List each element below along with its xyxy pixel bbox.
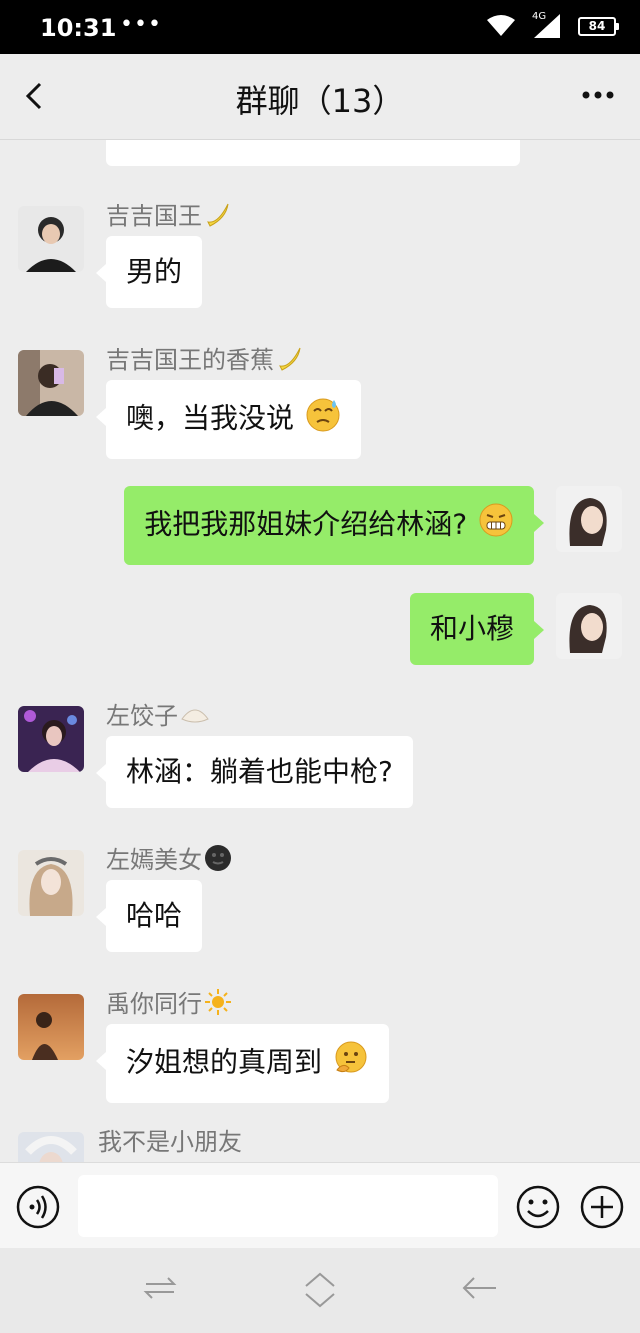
message-text: 林涵：躺着也能中枪? (126, 755, 393, 788)
avatar[interactable] (18, 1132, 84, 1162)
sender-name: 吉吉国王 (106, 196, 232, 234)
dark-moon-face-emoji (204, 844, 232, 878)
chat-title: 群聊（13） (235, 82, 405, 120)
clock: 10:31 (40, 14, 117, 42)
wifi-icon (486, 14, 516, 42)
message-text: 噢，当我没说 (126, 401, 295, 435)
avatar[interactable] (18, 350, 84, 416)
cell-signal-icon (532, 12, 562, 44)
grimacing-face-emoji (478, 502, 514, 549)
banana-emoji (204, 200, 232, 234)
sender-name: 左嫣美女 (106, 840, 232, 878)
message-bubble[interactable]: 男的 (95, 236, 203, 308)
system-nav-bar (0, 1248, 640, 1333)
message-list[interactable]: 诶！ 吉吉国王 男的 吉吉国王的香蕉 噢，当我没说 (0, 140, 640, 1162)
message-text: 哈哈 (126, 899, 183, 932)
message-bubble[interactable]: 诶！ (106, 140, 520, 166)
message-bubble[interactable]: 汐姐想的真周到 (96, 1024, 389, 1103)
avatar-self[interactable] (556, 593, 622, 659)
avatar[interactable] (18, 706, 84, 772)
chat-header: 群聊（13） (0, 54, 640, 140)
message-bubble[interactable]: 林涵：躺着也能中枪? (96, 736, 413, 808)
banana-emoji (276, 344, 304, 378)
avatar[interactable] (18, 206, 84, 272)
status-bar: 10:31 ••• 4G 84 (0, 0, 640, 54)
message-bubble[interactable]: 哈哈 (95, 880, 203, 952)
sender-name: 禹你同行 (106, 984, 232, 1022)
back-nav-icon[interactable] (460, 1270, 500, 1310)
sender-name: 左饺子 (106, 696, 210, 733)
message-text: 诶！ (126, 140, 182, 142)
more-icon[interactable] (578, 80, 618, 110)
message-text: 和小穆 (429, 612, 514, 645)
input-bar (0, 1162, 640, 1248)
message-bubble[interactable]: 我把我那姐妹介绍给林涵? (124, 486, 544, 565)
voice-input-icon[interactable] (16, 1185, 60, 1233)
sweat-eyeroll-emoji (305, 396, 341, 443)
avatar-self[interactable] (556, 486, 622, 552)
battery-level: 84 (588, 19, 606, 33)
avatar[interactable] (18, 850, 84, 916)
more-functions-icon[interactable] (580, 1185, 624, 1233)
message-text: 我把我那姐妹介绍给林涵? (144, 507, 468, 541)
sender-name: 我不是小朋友 (98, 1128, 242, 1156)
sender-name: 吉吉国王的香蕉 (106, 340, 304, 378)
message-input[interactable] (78, 1175, 498, 1237)
home-icon[interactable] (300, 1270, 340, 1314)
message-text: 男的 (126, 255, 183, 288)
battery-icon: 84 (578, 17, 619, 36)
emoji-picker-icon[interactable] (516, 1185, 560, 1233)
message-bubble[interactable]: 噢，当我没说 (96, 380, 361, 459)
dumpling-emoji (180, 701, 210, 733)
notification-dots: ••• (120, 12, 162, 37)
switch-arrows-icon[interactable] (142, 1270, 178, 1310)
sun-emoji (204, 988, 232, 1022)
message-text: 汐姐想的真周到 (126, 1045, 323, 1079)
grinning-face-emoji (193, 140, 227, 149)
thinking-face-emoji (333, 1040, 369, 1087)
avatar[interactable] (18, 994, 84, 1060)
message-bubble[interactable]: 和小穆 (409, 593, 545, 665)
